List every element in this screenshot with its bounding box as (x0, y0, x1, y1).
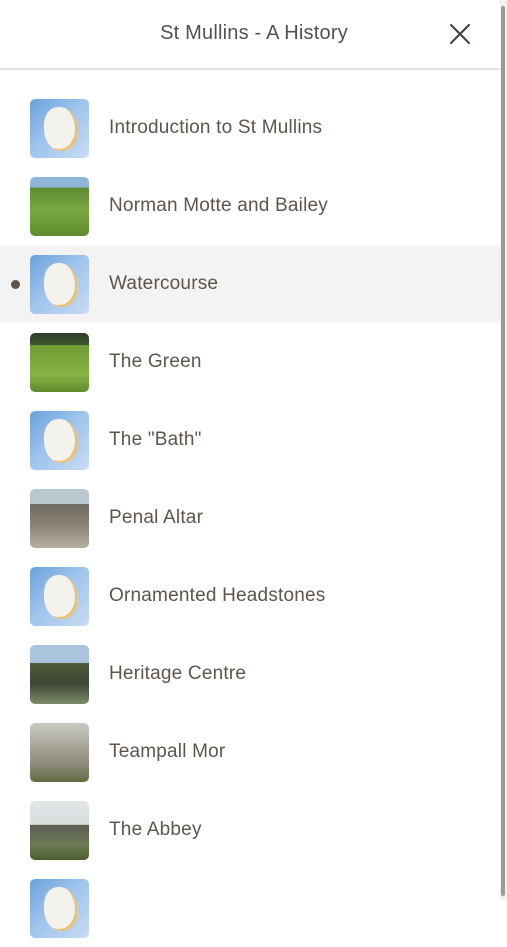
item-label: Norman Motte and Bailey (109, 195, 328, 216)
item-thumbnail (30, 801, 89, 860)
list-item[interactable]: Watercourse (0, 245, 500, 323)
current-item-bullet (11, 280, 20, 289)
item-thumbnail (30, 255, 89, 314)
list-item[interactable]: The Abbey (0, 791, 500, 869)
scrollbar-thumb[interactable] (501, 6, 505, 896)
list-item[interactable]: The Green (0, 323, 500, 401)
page-title: St Mullins - A History (160, 22, 348, 44)
list-item[interactable]: Heritage Centre (0, 635, 500, 713)
item-label: The Green (109, 351, 202, 372)
item-thumbnail (30, 489, 89, 548)
list-item[interactable]: Teampall Mor (0, 713, 500, 791)
item-thumbnail (30, 333, 89, 392)
item-thumbnail (30, 411, 89, 470)
close-button[interactable] (440, 14, 480, 54)
item-thumbnail (30, 723, 89, 782)
list-item[interactable] (0, 869, 500, 947)
item-thumbnail (30, 567, 89, 626)
item-label: The Abbey (109, 819, 202, 840)
item-label: Ornamented Headstones (109, 585, 326, 606)
item-label: Watercourse (109, 273, 219, 294)
list-item[interactable]: Introduction to St Mullins (0, 89, 500, 167)
item-label: Penal Altar (109, 507, 204, 528)
list-item[interactable]: The "Bath" (0, 401, 500, 479)
item-label: Heritage Centre (109, 663, 247, 684)
item-label: Introduction to St Mullins (109, 117, 323, 138)
header: St Mullins - A History (0, 0, 500, 70)
list-item[interactable]: Norman Motte and Bailey (0, 167, 500, 245)
item-thumbnail (30, 645, 89, 704)
item-thumbnail (30, 177, 89, 236)
item-label: Teampall Mor (109, 741, 226, 762)
scrollbar[interactable] (500, 0, 507, 900)
list-item[interactable]: Penal Altar (0, 479, 500, 557)
chapter-list: Introduction to St Mullins Norman Motte a… (0, 89, 500, 947)
item-thumbnail (30, 99, 89, 158)
item-thumbnail (30, 879, 89, 938)
list-item[interactable]: Ornamented Headstones (0, 557, 500, 635)
item-label: The "Bath" (109, 429, 202, 450)
close-icon (449, 23, 471, 45)
